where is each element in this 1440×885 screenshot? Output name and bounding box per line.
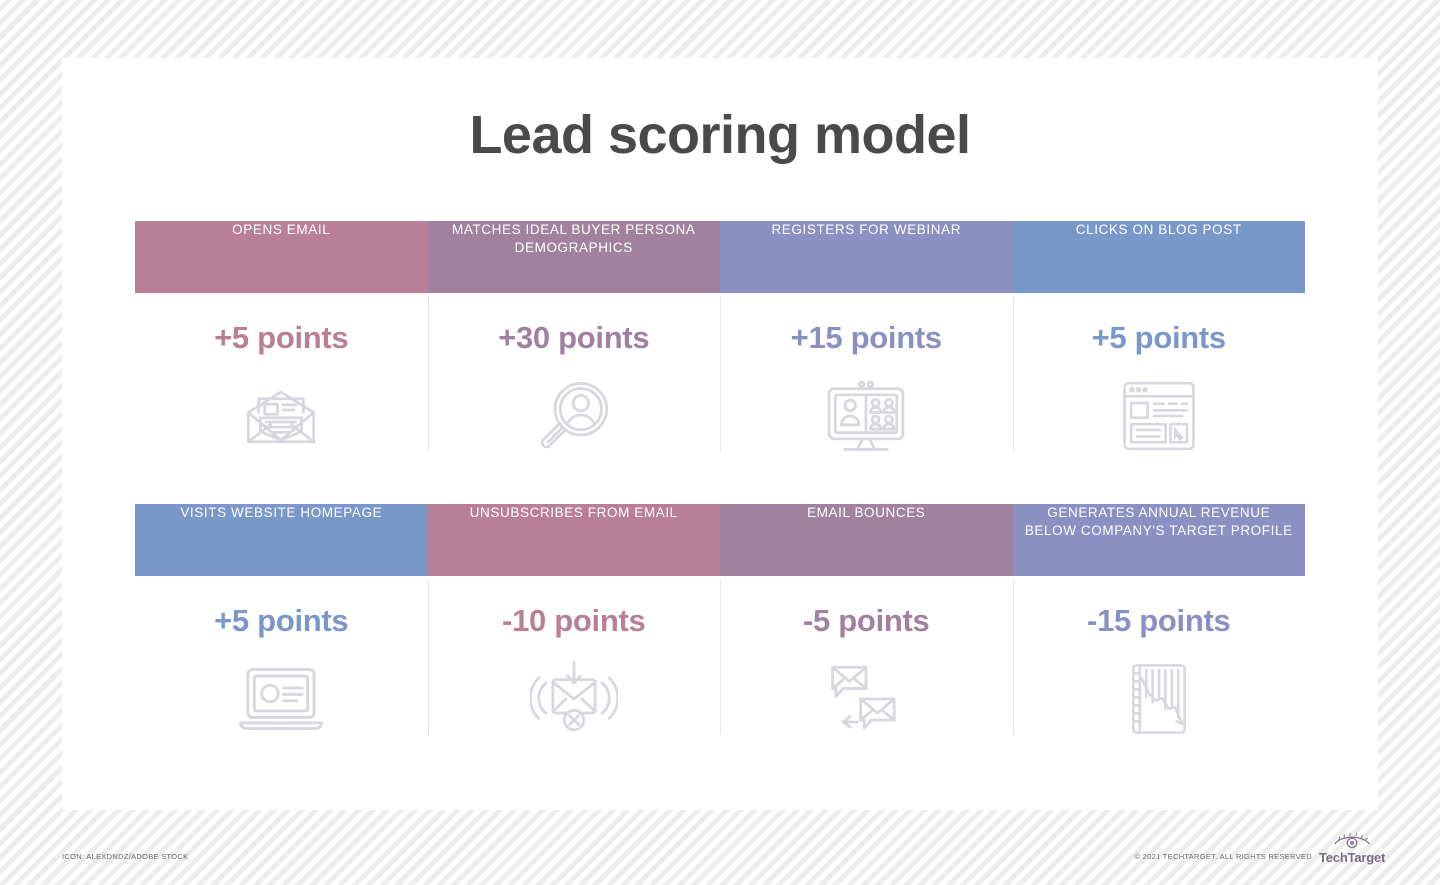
score-cell-registers-webinar[interactable]: REGISTERS FOR WEBINAR +15 points — [720, 221, 1013, 462]
lead-scoring-grid: OPENS EMAIL +5 points MATCHES IDEAL BUYE… — [135, 221, 1305, 745]
browser-article-cursor-icon — [1118, 370, 1200, 462]
row-spacer — [135, 462, 1305, 504]
score-cell-points: +30 points — [498, 320, 650, 355]
score-cell-points: -15 points — [1087, 603, 1231, 638]
copyright-notice: © 2021 TECHTARGET. ALL RIGHTS RESERVED — [1134, 852, 1312, 861]
score-cell-header: VISITS WEBSITE HOMEPAGE — [135, 504, 428, 576]
score-cell-points: -10 points — [502, 603, 646, 638]
score-cell-points: +5 points — [1091, 320, 1227, 355]
score-cell-matches-persona[interactable]: MATCHES IDEAL BUYER PERSONA DEMOGRAPHICS… — [427, 221, 720, 462]
score-cell-visits-homepage[interactable]: VISITS WEBSITE HOMEPAGE +5 points — [135, 504, 428, 745]
score-cell-header: EMAIL BOUNCES — [720, 504, 1013, 576]
eye-icon — [1334, 832, 1370, 849]
scoring-row: OPENS EMAIL +5 points MATCHES IDEAL BUYE… — [135, 221, 1305, 462]
score-cell-header: GENERATES ANNUAL REVENUE BELOW COMPANY'S… — [1012, 504, 1305, 576]
slide-card: Lead scoring model OPENS EMAIL +5 points — [62, 58, 1378, 810]
score-cell-header: REGISTERS FOR WEBINAR — [720, 221, 1013, 293]
envelope-unsubscribe-icon — [529, 653, 618, 745]
score-cell-revenue-below-target[interactable]: GENERATES ANNUAL REVENUE BELOW COMPANY'S… — [1012, 504, 1305, 745]
score-cell-clicks-blog[interactable]: CLICKS ON BLOG POST +5 points — [1012, 221, 1305, 462]
scoring-row: VISITS WEBSITE HOMEPAGE +5 points UNSUBS… — [135, 504, 1305, 745]
score-cell-points: -5 points — [803, 603, 930, 638]
icon-credit: ICON: ALEXDNDZ/ADOBE STOCK — [62, 852, 189, 861]
score-cell-header: CLICKS ON BLOG POST — [1012, 221, 1305, 293]
score-cell-points: +15 points — [790, 320, 942, 355]
open-envelope-letter-icon — [238, 370, 324, 462]
score-cell-opens-email[interactable]: OPENS EMAIL +5 points — [135, 221, 428, 462]
declining-bar-chart-icon — [1119, 653, 1199, 745]
score-cell-points: +5 points — [214, 603, 349, 638]
page-title: Lead scoring model — [469, 105, 971, 165]
score-cell-unsubscribes[interactable]: UNSUBSCRIBES FROM EMAIL -10 points — [427, 504, 720, 745]
laptop-webpage-icon — [235, 653, 327, 745]
score-cell-header: MATCHES IDEAL BUYER PERSONA DEMOGRAPHICS — [427, 221, 720, 293]
envelopes-bounce-icon — [822, 653, 910, 745]
techtarget-logo: TechTarget — [1319, 832, 1385, 872]
score-cell-header: OPENS EMAIL — [135, 221, 428, 293]
monitor-video-conference-icon — [822, 370, 910, 462]
score-cell-email-bounces[interactable]: EMAIL BOUNCES -5 points — [720, 504, 1013, 745]
magnifier-person-icon — [531, 370, 617, 462]
techtarget-logo-text: TechTarget — [1319, 850, 1386, 865]
score-cell-points: +5 points — [214, 320, 349, 355]
score-cell-header: UNSUBSCRIBES FROM EMAIL — [427, 504, 720, 576]
